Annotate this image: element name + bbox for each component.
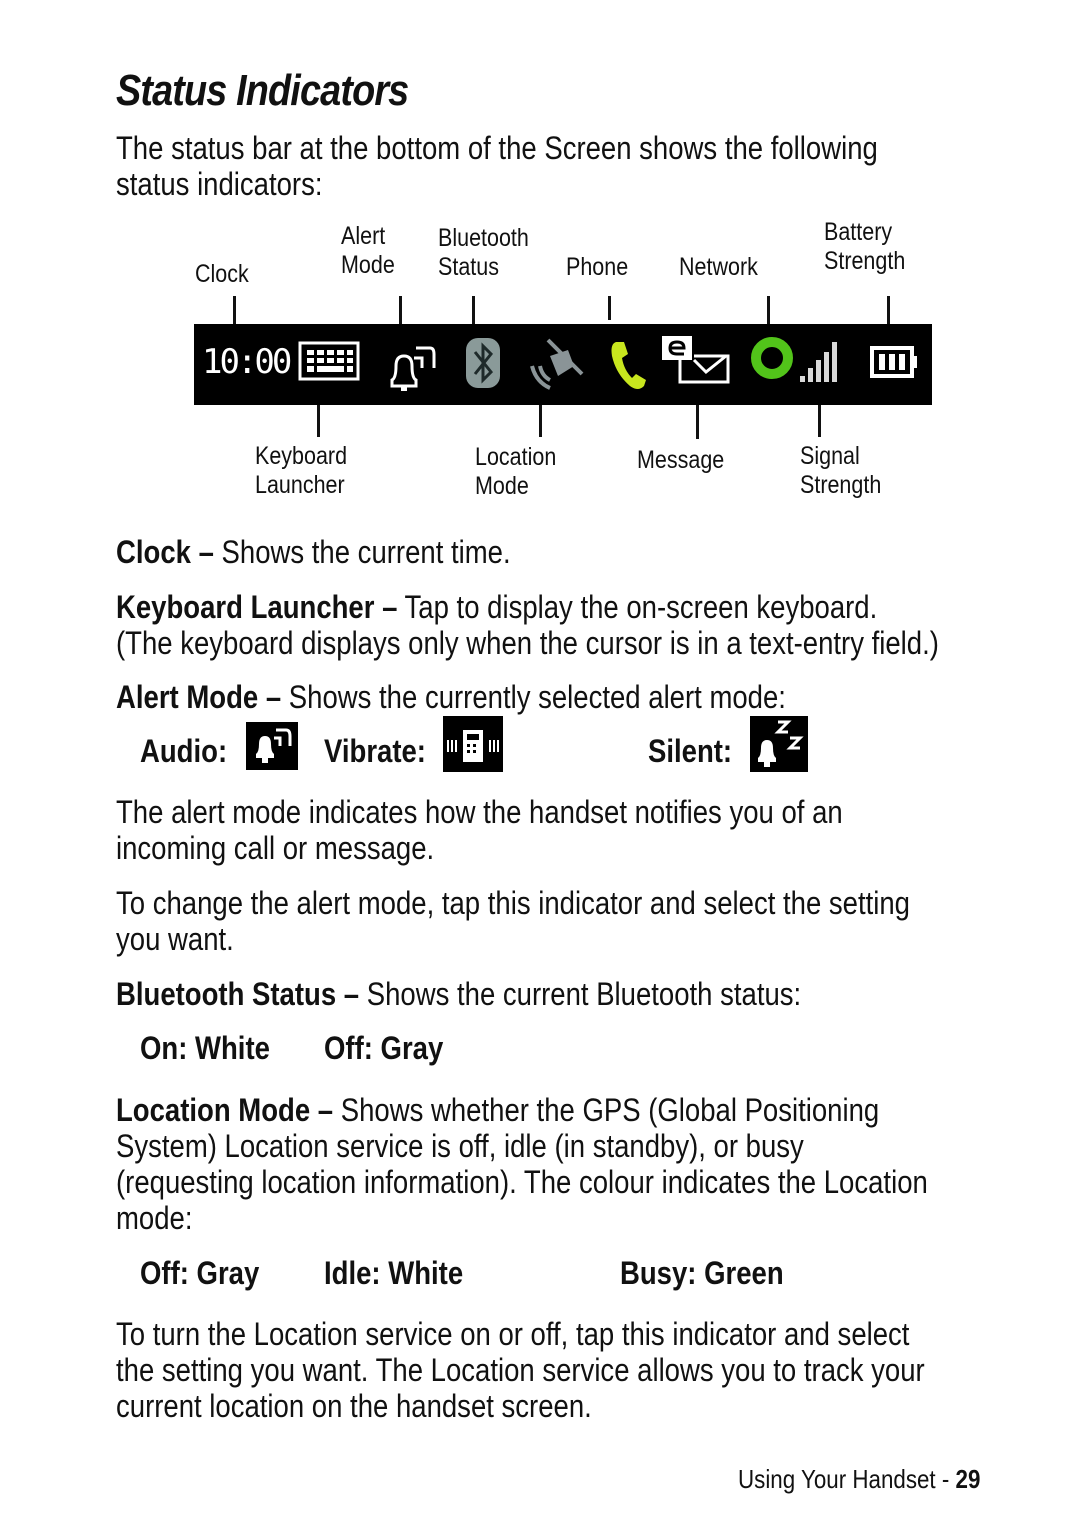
location-off-state: Off: Gray bbox=[140, 1255, 260, 1291]
label-bluetooth-status: Bluetooth Status bbox=[438, 224, 529, 281]
definition: Shows the current time. bbox=[213, 534, 511, 570]
alert-paragraph-1: The alert mode indicates how the handset… bbox=[116, 794, 843, 866]
location-paragraph: To turn the Location service on or off, … bbox=[116, 1316, 925, 1424]
bluetooth-off-state: Off: Gray bbox=[324, 1030, 444, 1066]
battery-icon[interactable] bbox=[870, 346, 920, 380]
bluetooth-description: Bluetooth Status – Shows the current Blu… bbox=[116, 976, 1028, 1012]
phone-icon[interactable] bbox=[608, 336, 652, 394]
label-signal-strength: Signal Strength bbox=[800, 442, 882, 499]
page-number: 29 bbox=[955, 1464, 981, 1494]
label-clock: Clock bbox=[195, 260, 249, 288]
location-busy-state: Busy: Green bbox=[620, 1255, 784, 1291]
pointer-line bbox=[539, 405, 542, 437]
label-phone: Phone bbox=[566, 253, 629, 281]
alert-vibrate-label: Vibrate: bbox=[324, 733, 426, 769]
term: Alert Mode – bbox=[116, 679, 282, 715]
location-description: Location Mode – Shows whether the GPS (G… bbox=[116, 1092, 1028, 1236]
label-network: Network bbox=[679, 253, 758, 281]
vibrate-mode-icon bbox=[443, 716, 503, 772]
clock-description: Clock – Shows the current time. bbox=[116, 534, 1028, 570]
label-alert-mode: Alert Mode bbox=[341, 222, 395, 279]
network-icon[interactable] bbox=[750, 336, 796, 382]
status-bar: 10:00 bbox=[194, 324, 932, 405]
bluetooth-icon[interactable] bbox=[464, 336, 504, 392]
intro-paragraph: The status bar at the bottom of the Scre… bbox=[116, 130, 878, 202]
page-footer: Using Your Handset - 29 bbox=[738, 1464, 980, 1495]
footer-section: Using Your Handset - bbox=[738, 1464, 956, 1494]
pointer-line bbox=[399, 296, 402, 324]
pointer-line bbox=[818, 405, 821, 437]
alert-description: Alert Mode – Shows the currently selecte… bbox=[116, 679, 1028, 715]
alert-silent-label: Silent: bbox=[648, 733, 733, 769]
term: Bluetooth Status – bbox=[116, 976, 360, 1012]
label-message: Message bbox=[637, 446, 725, 474]
message-icon[interactable] bbox=[660, 334, 732, 386]
pointer-line bbox=[472, 296, 475, 324]
term: Location Mode – bbox=[116, 1092, 334, 1128]
pointer-line bbox=[696, 405, 699, 439]
clock-indicator[interactable]: 10:00 bbox=[202, 342, 292, 382]
label-battery-strength: Battery Strength bbox=[824, 218, 906, 275]
alert-audio-label: Audio: bbox=[140, 733, 228, 769]
signal-strength-icon[interactable] bbox=[796, 338, 842, 386]
pointer-line bbox=[767, 296, 770, 324]
pointer-line bbox=[233, 296, 236, 324]
audio-mode-icon bbox=[246, 722, 298, 770]
location-mode-icon[interactable] bbox=[528, 336, 588, 392]
keyboard-icon[interactable] bbox=[298, 341, 360, 381]
location-idle-state: Idle: White bbox=[324, 1255, 464, 1291]
silent-mode-icon bbox=[750, 716, 808, 772]
alert-paragraph-2: To change the alert mode, tap this indic… bbox=[116, 885, 910, 957]
pointer-line bbox=[317, 405, 320, 437]
definition: Shows the current Bluetooth status: bbox=[359, 976, 802, 1012]
term: Keyboard Launcher – bbox=[116, 589, 398, 625]
bluetooth-on-state: On: White bbox=[140, 1030, 270, 1066]
keyboard-description: Keyboard Launcher – Tap to display the o… bbox=[116, 589, 1028, 661]
alert-mode-icon[interactable] bbox=[384, 336, 440, 394]
page-title: Status Indicators bbox=[116, 66, 409, 115]
term: Clock – bbox=[116, 534, 214, 570]
pointer-line bbox=[887, 296, 890, 324]
label-keyboard-launcher: Keyboard Launcher bbox=[255, 442, 348, 499]
label-location-mode: Location Mode bbox=[475, 443, 557, 500]
definition: Shows the currently selected alert mode: bbox=[281, 679, 786, 715]
pointer-line bbox=[608, 296, 611, 320]
